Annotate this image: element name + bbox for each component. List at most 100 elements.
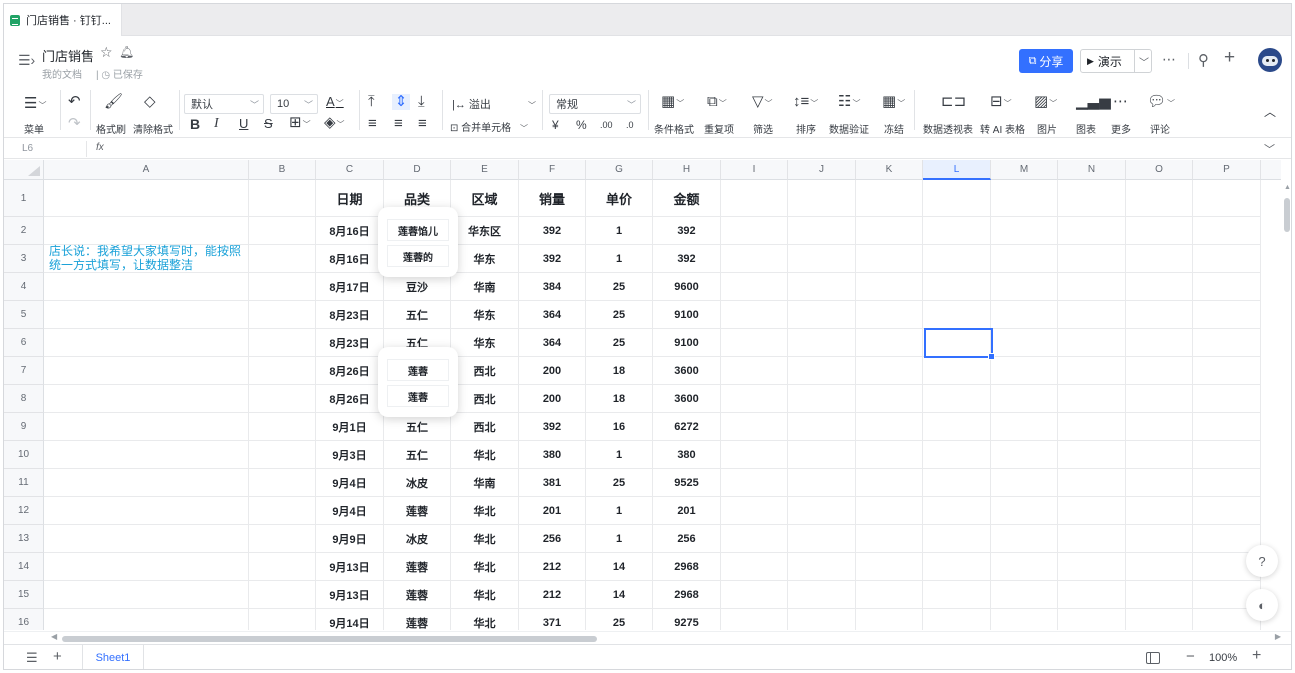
align-middle-icon[interactable]: ⇕ <box>392 94 410 110</box>
cell[interactable] <box>991 525 1058 553</box>
align-top-icon[interactable]: ⤒ <box>368 94 375 110</box>
percent-button[interactable]: % <box>576 117 587 133</box>
doc-title[interactable]: 门店销售 <box>42 46 94 65</box>
table-cell[interactable]: 冰皮 <box>384 469 451 497</box>
column-header-n[interactable]: N <box>1058 160 1126 180</box>
table-cell[interactable]: 9600 <box>653 273 721 301</box>
cell[interactable] <box>721 609 788 630</box>
share-button[interactable]: ⧉ 分享 <box>1019 49 1073 73</box>
table-cell[interactable]: 16 <box>586 413 653 441</box>
sort-label[interactable]: 排序 <box>796 121 816 136</box>
table-cell[interactable]: 冰皮 <box>384 525 451 553</box>
cell[interactable] <box>788 441 856 469</box>
table-cell[interactable]: 392 <box>519 217 586 245</box>
cell[interactable] <box>856 525 923 553</box>
row-header-5[interactable]: 5 <box>4 301 44 329</box>
table-cell[interactable]: 2968 <box>653 553 721 581</box>
table-cell[interactable]: 五仁 <box>384 441 451 469</box>
table-cell[interactable]: 莲蓉 <box>384 553 451 581</box>
cell[interactable] <box>1126 441 1193 469</box>
table-cell[interactable]: 9275 <box>653 609 721 630</box>
cell[interactable] <box>788 273 856 301</box>
cell[interactable] <box>1193 441 1261 469</box>
table-cell[interactable]: 2968 <box>653 581 721 609</box>
cell[interactable] <box>1193 180 1261 217</box>
table-cell[interactable]: 392 <box>653 245 721 273</box>
table-cell[interactable]: 华东 <box>451 245 519 273</box>
cell[interactable] <box>721 441 788 469</box>
cell[interactable] <box>1058 609 1126 630</box>
cell[interactable] <box>249 553 316 581</box>
column-header-b[interactable]: B <box>249 160 316 180</box>
theme-toggle-button[interactable]: ◐ <box>1246 589 1278 621</box>
currency-button[interactable]: ¥ <box>552 117 559 133</box>
cell[interactable] <box>923 553 991 581</box>
ai-table-label[interactable]: 转 AI 表格 <box>980 121 1025 136</box>
clear-format-label[interactable]: 清除格式 <box>133 121 173 136</box>
column-header-h[interactable]: H <box>653 160 721 180</box>
table-cell[interactable]: 莲蓉 <box>384 497 451 525</box>
scroll-right-icon[interactable]: ▶ <box>1275 632 1281 641</box>
cell[interactable] <box>44 301 249 329</box>
table-cell[interactable]: 西北 <box>451 385 519 413</box>
table-cell[interactable]: 201 <box>653 497 721 525</box>
cell[interactable] <box>856 180 923 217</box>
table-cell[interactable]: 25 <box>586 329 653 357</box>
table-cell[interactable]: 1 <box>586 217 653 245</box>
undo-icon[interactable]: ↶ <box>68 94 81 110</box>
column-header-k[interactable]: K <box>856 160 923 180</box>
column-header-m[interactable]: M <box>991 160 1058 180</box>
format-painter-icon[interactable]: 🖌︎ <box>104 94 123 110</box>
more-icon[interactable]: ⋯ <box>1162 51 1176 68</box>
table-cell[interactable]: 14 <box>586 553 653 581</box>
overflow-control[interactable]: |↔ 溢出 ﹀ <box>452 96 536 112</box>
font-family-select[interactable]: 默认 ﹀ <box>184 94 264 114</box>
row-header-16[interactable]: 16 <box>4 609 44 630</box>
row-header-8[interactable]: 8 <box>4 385 44 413</box>
conditional-format-label[interactable]: 条件格式 <box>654 121 694 136</box>
cell[interactable] <box>1058 441 1126 469</box>
cell[interactable] <box>923 217 991 245</box>
cell[interactable] <box>721 273 788 301</box>
conditional-format-icon[interactable]: ▦﹀ <box>661 94 684 112</box>
bold-icon[interactable]: B <box>190 116 200 132</box>
sheet-tab-sheet1[interactable]: Sheet1 <box>82 645 144 669</box>
cell[interactable] <box>1126 180 1193 217</box>
cell[interactable] <box>721 245 788 273</box>
table-cell[interactable]: 华北 <box>451 497 519 525</box>
document-tab[interactable]: 门店销售 · 钉钉... <box>4 4 122 36</box>
cell[interactable] <box>1058 581 1126 609</box>
scroll-left-icon[interactable]: ◀ <box>51 632 57 641</box>
table-cell[interactable]: 381 <box>519 469 586 497</box>
table-cell[interactable]: 华北 <box>451 553 519 581</box>
cell[interactable] <box>721 301 788 329</box>
present-button[interactable]: ▶ 演示 ﹀ <box>1080 49 1152 73</box>
chart-icon[interactable]: ▁▃▅ <box>1076 94 1111 110</box>
freeze-icon[interactable]: ▦﹀ <box>882 94 905 112</box>
cell[interactable] <box>1058 525 1126 553</box>
table-cell[interactable]: 18 <box>586 357 653 385</box>
comment-icon[interactable]: 💬︎﹀ <box>1147 94 1175 112</box>
column-header-g[interactable]: G <box>586 160 653 180</box>
table-cell[interactable]: 1 <box>586 245 653 273</box>
cell[interactable] <box>44 385 249 413</box>
cell[interactable] <box>856 553 923 581</box>
cell[interactable] <box>991 469 1058 497</box>
cell[interactable] <box>788 245 856 273</box>
cell[interactable] <box>721 525 788 553</box>
image-label[interactable]: 图片 <box>1037 121 1057 136</box>
cell[interactable] <box>721 469 788 497</box>
column-header-c[interactable]: C <box>316 160 384 180</box>
bell-icon[interactable]: 🔔︎ <box>119 45 134 59</box>
column-header-p[interactable]: P <box>1193 160 1261 180</box>
cell[interactable] <box>788 609 856 630</box>
cell[interactable] <box>1126 413 1193 441</box>
cell[interactable] <box>788 497 856 525</box>
cell[interactable] <box>249 357 316 385</box>
cell[interactable] <box>991 301 1058 329</box>
cell[interactable] <box>1126 609 1193 630</box>
pivot-table-label[interactable]: 数据透视表 <box>923 121 973 136</box>
row-header-3[interactable]: 3 <box>4 245 44 273</box>
cell[interactable] <box>1058 301 1126 329</box>
cell[interactable] <box>249 273 316 301</box>
